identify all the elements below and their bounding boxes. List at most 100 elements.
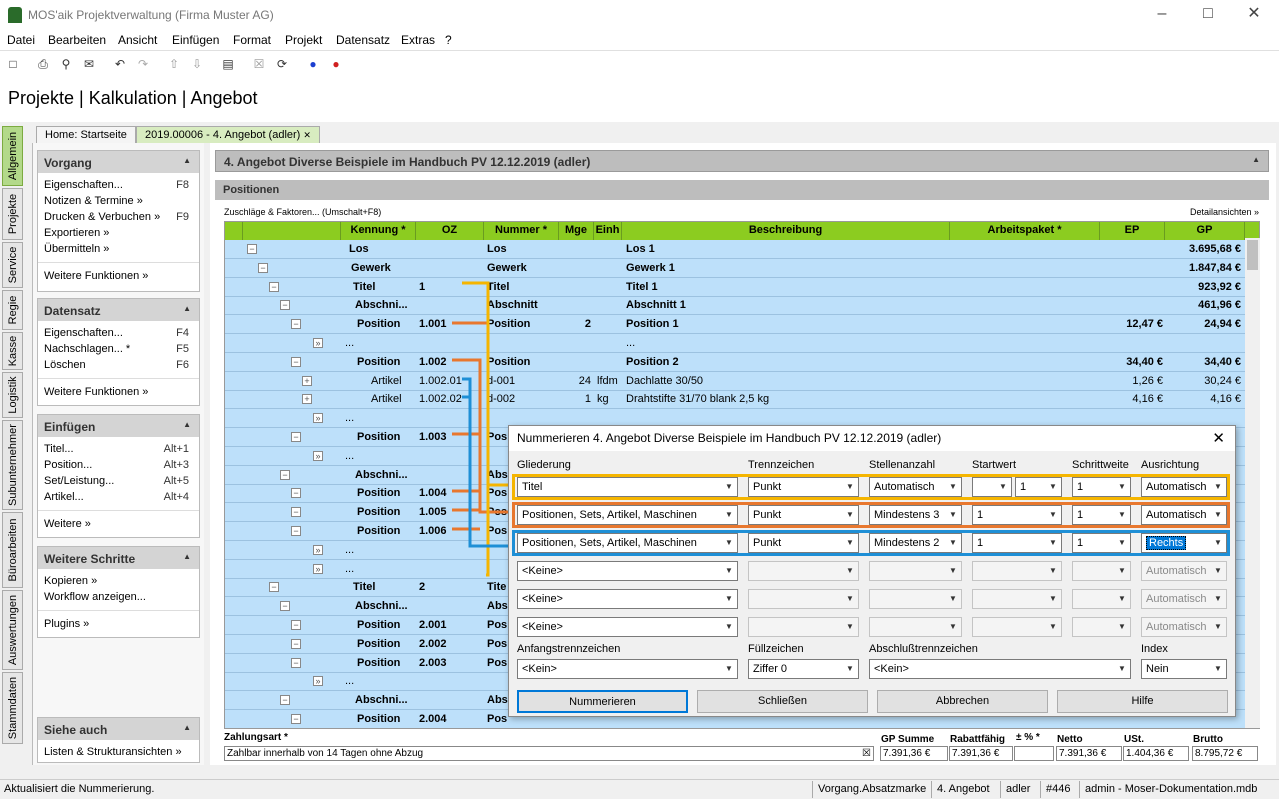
cell-oz[interactable]: 2.002: [419, 638, 447, 650]
ausrichtung-select[interactable]: Rechts ▼: [1141, 533, 1227, 553]
cell-nummer[interactable]: Los: [487, 243, 507, 255]
col-beschreibung[interactable]: Beschreibung: [622, 222, 950, 240]
vtab-allgemein[interactable]: Allgemein: [2, 126, 23, 186]
fuell-select[interactable]: Ziffer 0 ▼: [748, 659, 859, 679]
startwert-select[interactable]: 1 ▼: [972, 533, 1062, 553]
tree-toggle-icon[interactable]: −: [269, 281, 279, 292]
link-listen[interactable]: Listen & Strukturansichten »: [38, 745, 199, 761]
menu-help[interactable]: ?: [445, 33, 452, 47]
schrittweite-select[interactable]: ▼: [1072, 617, 1131, 637]
stellenanzahl-select[interactable]: Mindestens 3 ▼: [869, 505, 962, 525]
abbrechen-button[interactable]: Abbrechen: [877, 690, 1048, 713]
trennzeichen-select[interactable]: Punkt ▼: [748, 505, 859, 525]
link-loeschen[interactable]: Löschen F6: [38, 358, 199, 374]
collapse-icon[interactable]: ▲: [183, 723, 191, 732]
chevron-down-icon[interactable]: ▼: [1210, 534, 1226, 552]
minimize-icon[interactable]: –: [1152, 4, 1172, 24]
tree-toggle-icon[interactable]: −: [291, 319, 301, 330]
chevron-down-icon[interactable]: ▼: [945, 562, 961, 580]
redo-icon[interactable]: ↷: [134, 55, 152, 73]
startwert-select[interactable]: ▼: [972, 477, 1012, 497]
new-icon[interactable]: □: [4, 55, 22, 73]
tree-toggle-icon[interactable]: −: [280, 469, 290, 480]
chevron-down-icon[interactable]: ▼: [1045, 506, 1061, 524]
tab-home[interactable]: Home: Startseite: [36, 126, 136, 143]
tree-toggle-icon[interactable]: +: [302, 375, 312, 386]
chevron-down-icon[interactable]: ▼: [721, 534, 737, 552]
chevron-down-icon[interactable]: ▼: [1210, 590, 1226, 608]
trennzeichen-select[interactable]: Punkt ▼: [748, 477, 859, 497]
link-titel[interactable]: Titel... Alt+1: [38, 442, 199, 458]
more-icon[interactable]: »: [313, 450, 323, 461]
link-ds-eigenschaften[interactable]: Eigenschaften... F4: [38, 326, 199, 342]
col-ep[interactable]: EP: [1100, 222, 1165, 240]
link-exportieren[interactable]: Exportieren »: [38, 226, 199, 242]
table-row[interactable]: »......: [225, 334, 1245, 353]
stellenanzahl-select[interactable]: ▼: [869, 617, 962, 637]
chevron-down-icon[interactable]: ▼: [842, 618, 858, 636]
chevron-down-icon[interactable]: ▼: [945, 590, 961, 608]
index-select[interactable]: Nein ▼: [1141, 659, 1227, 679]
menu-ansicht[interactable]: Ansicht: [118, 33, 157, 47]
vorgang-infobar[interactable]: 4. Angebot Diverse Beispiele im Handbuch…: [215, 150, 1269, 172]
cell-gp[interactable]: 34,40 €: [1204, 356, 1241, 368]
cell-kennung[interactable]: ...: [345, 337, 354, 349]
tree-toggle-icon[interactable]: −: [269, 582, 279, 593]
tree-toggle-icon[interactable]: −: [291, 432, 301, 442]
schrittweite-select[interactable]: 1 ▼: [1072, 477, 1131, 497]
tree-toggle-icon[interactable]: +: [302, 394, 312, 405]
cell-einh[interactable]: lfdm: [597, 375, 618, 387]
cell-kennung[interactable]: ...: [345, 412, 354, 424]
menu-format[interactable]: Format: [233, 33, 271, 47]
chevron-down-icon[interactable]: ▼: [1045, 534, 1061, 552]
tree-toggle-icon[interactable]: −: [280, 300, 290, 311]
table-row[interactable]: − Abschni... Abschnitt Abschnitt 1 461,96 €: [225, 296, 1245, 316]
cell-gp[interactable]: 461,96 €: [1198, 299, 1241, 311]
cell-nummer[interactable]: Abs: [487, 694, 508, 706]
cell-kennung[interactable]: ...: [345, 675, 354, 687]
ausrichtung-select[interactable]: Automatisch ▼: [1141, 477, 1227, 497]
cell-nummer[interactable]: Pos: [487, 619, 507, 631]
cell-ep[interactable]: 4,16 €: [1132, 393, 1163, 405]
cell-oz[interactable]: 1: [419, 281, 425, 293]
chevron-down-icon[interactable]: ▼: [1114, 562, 1130, 580]
col-nummer[interactable]: Nummer *: [484, 222, 559, 240]
startwert-select[interactable]: 1 ▼: [1015, 477, 1062, 497]
cell-kennung[interactable]: Position: [357, 487, 400, 499]
pct-field[interactable]: [1014, 746, 1054, 761]
link-nachschlagen[interactable]: Nachschlagen... * F5: [38, 342, 199, 358]
gliederung-select[interactable]: <Keine> ▼: [517, 589, 738, 609]
chevron-down-icon[interactable]: ▼: [721, 590, 737, 608]
cell-nummer[interactable]: Abs: [487, 600, 508, 612]
vtab-bueroarbeiten[interactable]: Büroarbeiten: [2, 512, 23, 588]
gliederung-select[interactable]: Positionen, Sets, Artikel, Maschinen ▼: [517, 533, 738, 553]
cell-beschreibung[interactable]: ...: [626, 337, 635, 349]
maximize-icon[interactable]: □: [1198, 4, 1218, 24]
vtab-logistik[interactable]: Logistik: [2, 372, 23, 418]
chevron-down-icon[interactable]: ▼: [1210, 562, 1226, 580]
dialog-close-icon[interactable]: ✕: [1212, 429, 1225, 447]
collapse-icon[interactable]: ▲: [183, 156, 191, 165]
chevron-down-icon[interactable]: ▼: [1210, 618, 1226, 636]
vtab-service[interactable]: Service: [2, 242, 23, 288]
more-icon[interactable]: »: [313, 544, 323, 555]
trennzeichen-select[interactable]: ▼: [748, 561, 859, 581]
cell-gp[interactable]: 24,94 €: [1204, 318, 1241, 330]
menu-extras[interactable]: Extras: [401, 33, 435, 47]
tree-toggle-icon[interactable]: −: [291, 356, 301, 367]
tab-close-icon[interactable]: ✕: [303, 130, 311, 140]
tree-toggle-icon[interactable]: −: [291, 638, 301, 649]
link-ds-weitere[interactable]: Weitere Funktionen »: [38, 385, 199, 401]
table-row[interactable]: − Titel 1 Titel Titel 1 923,92 €: [225, 278, 1245, 297]
link-workflow[interactable]: Workflow anzeigen...: [38, 590, 199, 606]
print-icon[interactable]: ⎙: [34, 55, 52, 73]
zuschlaege-link[interactable]: Zuschläge & Faktoren... (Umschalt+F8): [224, 207, 381, 217]
col-gp[interactable]: GP: [1165, 222, 1245, 240]
cell-nummer[interactable]: Pos: [487, 713, 507, 725]
anf-select[interactable]: <Kein> ▼: [517, 659, 738, 679]
ausrichtung-select[interactable]: Automatisch ▼: [1141, 505, 1227, 525]
col-oz[interactable]: OZ: [416, 222, 484, 240]
cell-ep[interactable]: 12,47 €: [1126, 318, 1163, 330]
chevron-down-icon[interactable]: ▼: [945, 478, 961, 496]
ausrichtung-select[interactable]: Automatisch ▼: [1141, 589, 1227, 609]
